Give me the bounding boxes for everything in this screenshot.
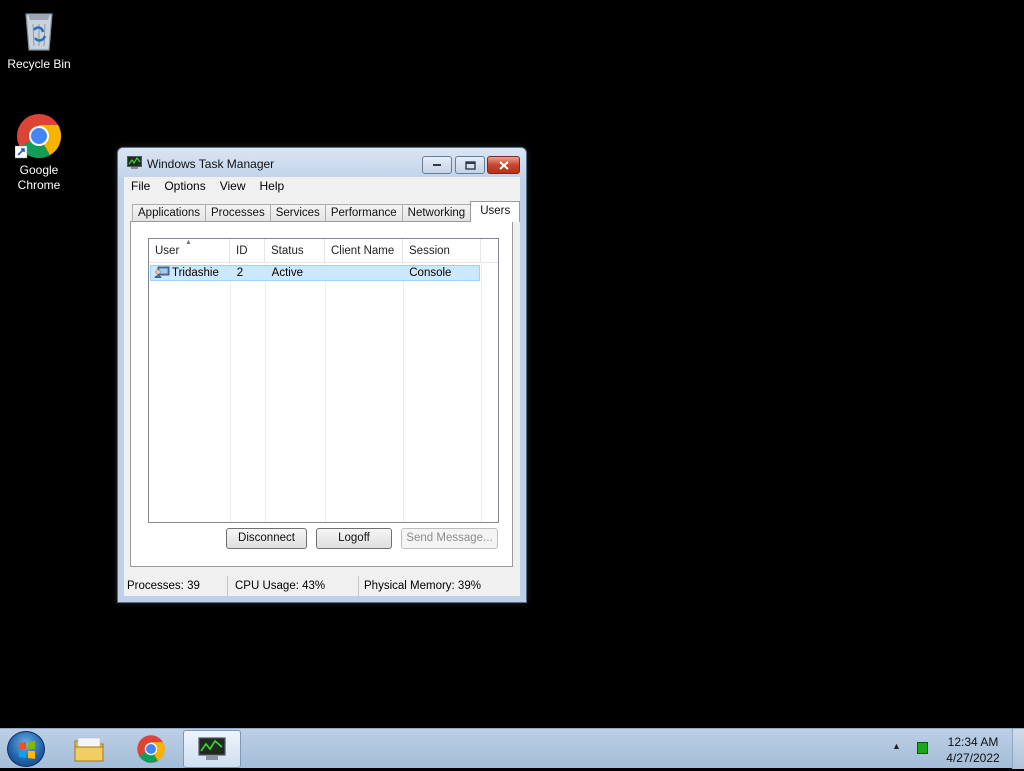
list-header: ▲ User ID Status Client Name Session xyxy=(149,239,498,263)
users-tab-panel: ▲ User ID Status Client Name Session Tri… xyxy=(130,221,513,567)
menu-help[interactable]: Help xyxy=(253,177,292,196)
cell-session: Console xyxy=(409,267,452,279)
maximize-button[interactable] xyxy=(455,156,485,174)
clock-time: 12:34 AM xyxy=(947,735,999,749)
tab-performance[interactable]: Performance xyxy=(324,204,403,222)
logoff-button[interactable]: Logoff xyxy=(316,528,392,549)
menu-file[interactable]: File xyxy=(124,177,157,196)
close-button[interactable] xyxy=(487,156,520,174)
start-button[interactable] xyxy=(7,731,45,767)
cell-id: 2 xyxy=(236,267,244,279)
table-row[interactable]: Tridashie 2 Active Console xyxy=(150,265,480,281)
column-header-client-name[interactable]: Client Name xyxy=(325,239,403,263)
window-title: Windows Task Manager xyxy=(147,157,275,171)
column-divider xyxy=(403,263,404,522)
cell-status: Active xyxy=(271,267,303,279)
tab-processes[interactable]: Processes xyxy=(205,204,271,222)
column-header-status[interactable]: Status xyxy=(265,239,325,263)
tab-applications[interactable]: Applications xyxy=(132,204,207,222)
column-divider xyxy=(325,263,326,522)
show-desktop-button[interactable] xyxy=(1012,729,1024,769)
column-divider xyxy=(265,263,266,522)
recycle-bin-desktop-icon[interactable]: Recycle Bin xyxy=(1,6,77,72)
recycle-bin-label: Recycle Bin xyxy=(7,57,71,71)
send-message-button[interactable]: Send Message... xyxy=(401,528,498,549)
disconnect-button[interactable]: Disconnect xyxy=(226,528,307,549)
clock-date: 4/27/2022 xyxy=(946,751,1000,765)
taskbar: ▲ 12:34 AM 4/27/2022 xyxy=(0,728,1024,769)
tab-services[interactable]: Services xyxy=(269,204,326,222)
windows-logo-icon xyxy=(19,741,35,759)
title-bar[interactable]: Windows Task Manager xyxy=(118,148,526,178)
menu-bar: File Options View Help xyxy=(124,177,520,196)
show-hidden-icons-button[interactable]: ▲ xyxy=(892,741,901,751)
google-chrome-label: Google Chrome xyxy=(17,163,61,192)
taskbar-chrome-button[interactable] xyxy=(122,730,180,768)
network-status-icon[interactable] xyxy=(917,742,928,754)
taskbar-task-manager-button[interactable] xyxy=(183,730,241,768)
task-manager-window: Windows Task Manager File Options View H… xyxy=(117,147,527,603)
column-header-user[interactable]: ▲ User xyxy=(149,239,230,263)
recycle-bin-icon xyxy=(15,6,63,54)
task-manager-icon xyxy=(127,156,142,169)
google-chrome-icon xyxy=(137,735,165,763)
google-chrome-desktop-icon[interactable]: Google Chrome xyxy=(1,112,77,193)
tab-strip: Applications Processes Services Performa… xyxy=(132,201,521,222)
windows-explorer-icon xyxy=(74,737,104,762)
taskbar-clock[interactable]: 12:34 AM 4/27/2022 xyxy=(940,734,1006,766)
users-list[interactable]: ▲ User ID Status Client Name Session Tri… xyxy=(148,238,499,523)
minimize-button[interactable] xyxy=(422,156,452,174)
column-header-id[interactable]: ID xyxy=(230,239,265,263)
column-divider xyxy=(481,263,482,522)
cell-user: Tridashie xyxy=(151,266,231,280)
status-cpu-usage: CPU Usage: 43% xyxy=(228,576,359,596)
status-processes: Processes: 39 xyxy=(124,576,228,596)
taskbar-explorer-button[interactable] xyxy=(60,730,118,768)
status-bar: Processes: 39 CPU Usage: 43% Physical Me… xyxy=(124,576,520,596)
column-header-session[interactable]: Session xyxy=(403,239,481,263)
status-physical-memory: Physical Memory: 39% xyxy=(364,580,481,592)
google-chrome-icon xyxy=(14,112,63,160)
task-manager-icon xyxy=(198,737,226,760)
user-account-icon xyxy=(154,266,170,278)
window-client-area: Applications Processes Services Performa… xyxy=(124,196,521,576)
menu-view[interactable]: View xyxy=(213,177,253,196)
minimize-icon xyxy=(433,164,441,166)
menu-options[interactable]: Options xyxy=(157,177,212,196)
close-icon xyxy=(498,160,509,170)
tab-networking[interactable]: Networking xyxy=(401,204,472,222)
maximize-icon xyxy=(464,160,476,170)
tab-users[interactable]: Users xyxy=(470,201,521,222)
column-divider xyxy=(230,263,231,522)
sort-ascending-icon: ▲ xyxy=(185,239,192,246)
cell-client-name xyxy=(325,266,403,280)
